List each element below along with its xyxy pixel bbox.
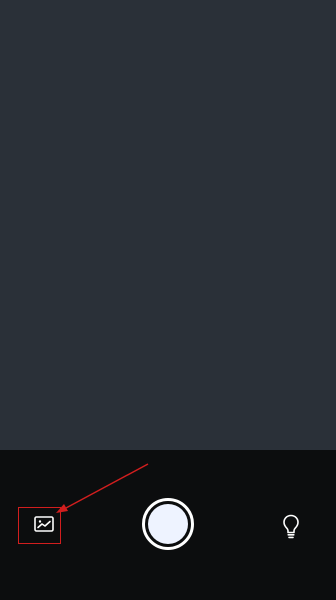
flash-button[interactable]	[282, 514, 300, 540]
camera-screen	[0, 0, 336, 600]
lightbulb-icon	[282, 514, 300, 540]
gallery-icon	[34, 516, 54, 532]
shutter-button[interactable]	[142, 498, 194, 550]
shutter-button-inner	[148, 504, 188, 544]
gallery-button[interactable]	[34, 516, 54, 532]
camera-viewfinder	[0, 0, 336, 450]
